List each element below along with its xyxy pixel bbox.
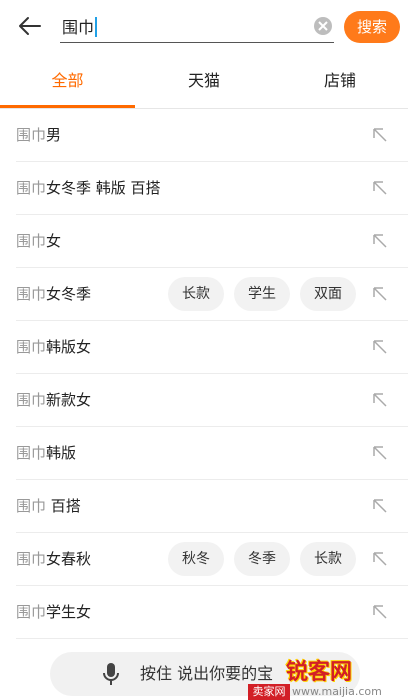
back-arrow-icon[interactable] bbox=[16, 12, 44, 40]
fill-query-arrow-icon[interactable] bbox=[372, 180, 388, 196]
suggestion-row[interactable]: 围巾韩版女 bbox=[16, 321, 408, 374]
suggestion-row[interactable]: 围巾韩版 bbox=[16, 427, 408, 480]
fill-query-arrow-icon[interactable] bbox=[372, 392, 388, 408]
search-header: 围巾 搜索 bbox=[0, 0, 408, 54]
suggestion-row[interactable]: 围巾女 bbox=[16, 215, 408, 268]
suggestion-row[interactable]: 围巾男 bbox=[16, 109, 408, 162]
suggestion-chip[interactable]: 冬季 bbox=[234, 542, 290, 576]
clear-icon[interactable] bbox=[314, 17, 332, 35]
tab-tmall[interactable]: 天猫 bbox=[136, 54, 272, 108]
category-tabs: 全部 天猫 店铺 bbox=[0, 54, 408, 109]
watermark-tag: 卖家网 bbox=[248, 684, 290, 700]
fill-query-arrow-icon[interactable] bbox=[372, 498, 388, 514]
suggestion-chip[interactable]: 长款 bbox=[168, 277, 224, 311]
suggestion-chip[interactable]: 秋冬 bbox=[168, 542, 224, 576]
fill-query-arrow-icon[interactable] bbox=[372, 445, 388, 461]
suggestion-chip[interactable]: 双面 bbox=[300, 277, 356, 311]
fill-query-arrow-icon[interactable] bbox=[372, 286, 388, 302]
suggestion-row[interactable]: 围巾女冬季 长款 学生 双面 bbox=[16, 268, 408, 321]
suggestion-chip[interactable]: 长款 bbox=[300, 542, 356, 576]
active-tab-indicator bbox=[0, 105, 135, 108]
fill-query-arrow-icon[interactable] bbox=[372, 127, 388, 143]
search-field[interactable]: 围巾 bbox=[60, 10, 334, 43]
suggestion-list: 围巾男 围巾女冬季 韩版 百搭 围巾女 围巾女冬季 长款 学生 双面 围巾韩版女… bbox=[0, 109, 408, 639]
suggestion-row[interactable]: 围巾女春秋 秋冬 冬季 长款 bbox=[16, 533, 408, 586]
suggestion-row[interactable]: 围巾学生女 bbox=[16, 586, 408, 639]
suggestion-chip[interactable]: 学生 bbox=[234, 277, 290, 311]
watermark-logo: 锐客网 bbox=[286, 660, 353, 685]
tab-all[interactable]: 全部 bbox=[0, 54, 135, 108]
fill-query-arrow-icon[interactable] bbox=[372, 551, 388, 567]
fill-query-arrow-icon[interactable] bbox=[372, 233, 388, 249]
fill-query-arrow-icon[interactable] bbox=[372, 339, 388, 355]
microphone-icon bbox=[103, 663, 119, 685]
tab-shop[interactable]: 店铺 bbox=[272, 54, 408, 108]
text-caret bbox=[95, 17, 98, 37]
watermark-url: www.maijia.com bbox=[292, 685, 382, 698]
suggestion-row[interactable]: 围巾女冬季 韩版 百搭 bbox=[16, 162, 408, 215]
suggestion-row[interactable]: 围巾新款女 bbox=[16, 374, 408, 427]
watermark: 锐客网 卖家网 www.maijia.com bbox=[246, 650, 408, 700]
suggestion-row[interactable]: 围巾 百搭 bbox=[16, 480, 408, 533]
search-input-text[interactable]: 围巾 bbox=[62, 14, 98, 38]
fill-query-arrow-icon[interactable] bbox=[372, 604, 388, 620]
search-button[interactable]: 搜索 bbox=[344, 11, 400, 43]
